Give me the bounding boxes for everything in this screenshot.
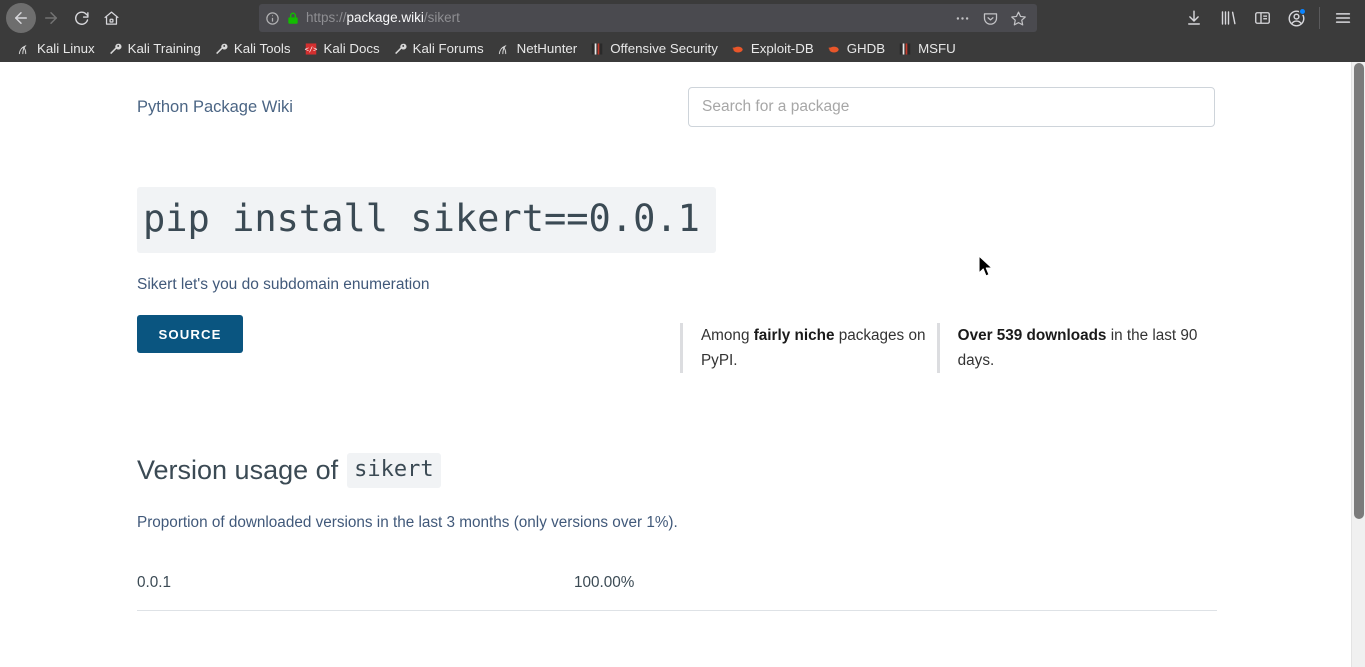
- package-description: Sikert let's you do subdomain enumeratio…: [137, 276, 430, 293]
- search-input[interactable]: [688, 87, 1215, 127]
- stat-prefix: Among: [700, 327, 754, 344]
- red-book-icon: </>: [303, 41, 319, 57]
- url-path: /sikert: [423, 10, 460, 25]
- home-icon: [103, 10, 119, 25]
- version-usage-subtitle: Proportion of downloaded versions in the…: [137, 514, 678, 531]
- hamburger-menu-icon: [1335, 13, 1351, 23]
- pocket-icon[interactable]: [977, 5, 1003, 31]
- bookmark-msfu[interactable]: MSFU: [891, 39, 962, 59]
- page-scrollbar[interactable]: [1351, 62, 1365, 667]
- version-heading-package-code: sikert: [347, 452, 441, 488]
- url-scheme: https://: [306, 10, 347, 25]
- bookmark-kali-linux[interactable]: Kali Linux: [10, 39, 101, 59]
- wrench-icon: [213, 41, 229, 57]
- table-row: 0.0.1 100.00%: [137, 566, 1217, 611]
- library-icon: [1221, 11, 1236, 25]
- bookmark-label: Exploit-DB: [750, 41, 814, 56]
- account-button[interactable]: [1280, 3, 1312, 33]
- actions-and-stats-row: SOURCE Among fairly niche packages on Py…: [137, 315, 1217, 385]
- flame-icon: [826, 41, 842, 57]
- version-cell: 0.0.1: [137, 566, 574, 611]
- sidebar-icon: [1254, 12, 1270, 24]
- bookmark-kali-docs[interactable]: </> Kali Docs: [297, 39, 386, 59]
- arrow-right-icon: [45, 12, 57, 24]
- address-bar[interactable]: https://package.wiki/sikert: [259, 4, 1037, 32]
- bookmark-label: Offensive Security: [610, 41, 718, 56]
- wrench-icon: [107, 41, 123, 57]
- site-header: Python Package Wiki: [137, 62, 1217, 127]
- url-host: package.wiki: [346, 10, 424, 25]
- bookmark-kali-tools[interactable]: Kali Tools: [207, 39, 297, 59]
- version-heading-text: Version usage of: [137, 455, 339, 485]
- back-button[interactable]: [6, 3, 36, 33]
- bookmark-label: GHDB: [846, 41, 886, 56]
- kali-dragon-icon: [16, 41, 32, 57]
- url-text: https://package.wiki/sikert: [306, 4, 943, 32]
- bookmarks-toolbar: Kali Linux Kali Training Kali Tools </> …: [0, 36, 1365, 62]
- bookmark-kali-training[interactable]: Kali Training: [101, 39, 207, 59]
- bookmark-kali-forums[interactable]: Kali Forums: [386, 39, 490, 59]
- stat-downloads: Over 539 downloads in the last 90 days.: [936, 323, 1217, 373]
- padlock-icon[interactable]: [286, 11, 300, 26]
- version-usage-heading: Version usage of sikert: [137, 452, 1217, 488]
- bookmark-label: NetHunter: [516, 41, 578, 56]
- bookmark-label: MSFU: [918, 41, 956, 56]
- flame-icon: [730, 41, 746, 57]
- toolbar-divider: [1319, 7, 1320, 29]
- version-usage-table: 0.0.1 100.00%: [137, 566, 1217, 611]
- library-button[interactable]: [1212, 3, 1244, 33]
- page-viewport: Python Package Wiki pip install sikert==…: [0, 62, 1365, 667]
- downloads-arrow-icon: [1188, 10, 1200, 25]
- reload-button[interactable]: [66, 3, 96, 33]
- kali-dragon-icon: [496, 41, 512, 57]
- account-notification-dot: [1299, 8, 1306, 15]
- svg-text:</>: </>: [304, 45, 317, 53]
- bookmark-exploit-db[interactable]: Exploit-DB: [724, 39, 820, 59]
- browser-chrome: https://package.wiki/sikert Kali Linux K…: [0, 0, 1365, 62]
- stat-strong: Over 539 downloads: [957, 327, 1107, 344]
- page-actions-ellipsis-icon[interactable]: [949, 5, 975, 31]
- site-title[interactable]: Python Package Wiki: [137, 87, 688, 119]
- offsec-icon: [589, 41, 605, 57]
- bookmark-label: Kali Forums: [412, 41, 484, 56]
- offsec-icon: [897, 41, 913, 57]
- bookmark-nethunter[interactable]: NetHunter: [490, 39, 584, 59]
- page-info-icon[interactable]: [265, 11, 280, 26]
- scrollbar-thumb[interactable]: [1354, 63, 1364, 519]
- bookmark-label: Kali Training: [127, 41, 201, 56]
- app-menu-button[interactable]: [1327, 3, 1359, 33]
- sidebar-button[interactable]: [1246, 3, 1278, 33]
- navigation-toolbar: https://package.wiki/sikert: [0, 0, 1365, 36]
- home-button[interactable]: [96, 3, 126, 33]
- bookmark-offensive-security[interactable]: Offensive Security: [583, 39, 724, 59]
- bookmark-star-icon[interactable]: [1005, 5, 1031, 31]
- arrow-left-icon: [15, 12, 27, 24]
- bookmark-label: Kali Linux: [37, 41, 95, 56]
- bookmark-ghdb[interactable]: GHDB: [820, 39, 891, 59]
- stat-popularity: Among fairly niche packages on PyPI.: [679, 323, 937, 373]
- wrench-icon: [392, 41, 408, 57]
- downloads-button[interactable]: [1178, 3, 1210, 33]
- forward-button[interactable]: [36, 3, 66, 33]
- percent-cell: 100.00%: [574, 566, 1217, 611]
- install-command-code: pip install sikert==0.0.1: [137, 187, 716, 253]
- package-stats: Among fairly niche packages on PyPI. Ove…: [679, 323, 1217, 373]
- source-button[interactable]: SOURCE: [137, 315, 243, 353]
- bookmark-label: Kali Tools: [233, 41, 291, 56]
- bookmark-label: Kali Docs: [323, 41, 380, 56]
- reload-icon: [74, 11, 89, 25]
- stat-strong: fairly niche: [753, 327, 835, 344]
